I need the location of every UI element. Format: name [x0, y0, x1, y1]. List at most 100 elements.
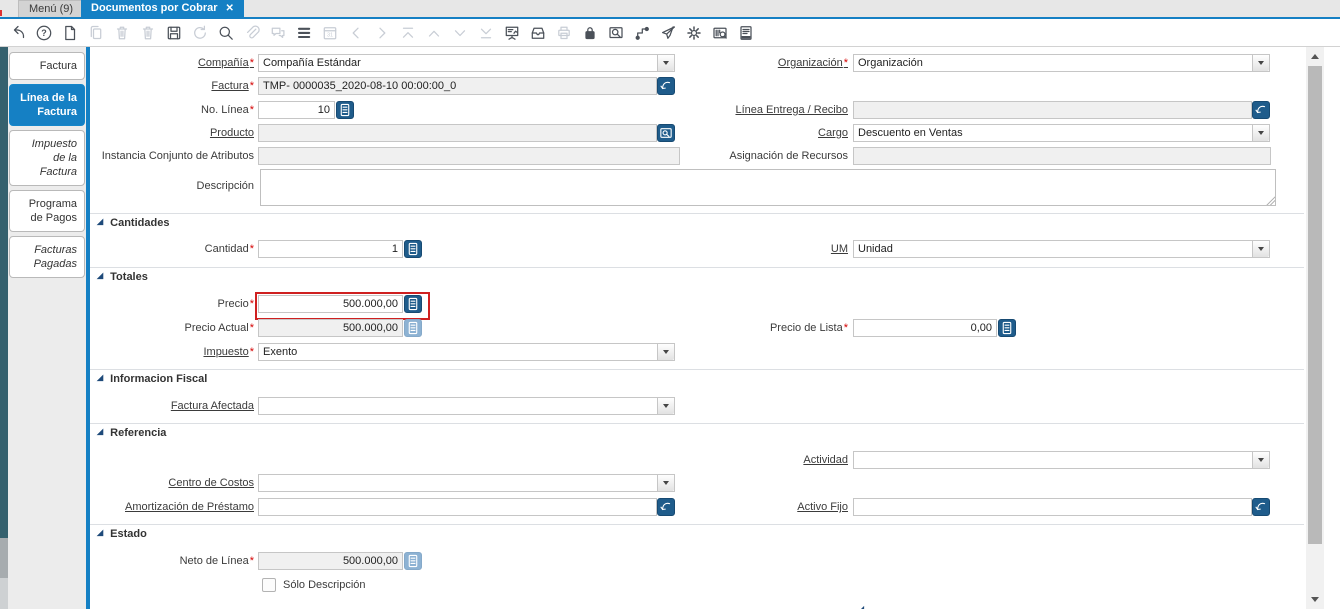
- quantity-input[interactable]: 1: [258, 240, 403, 258]
- section-header-cantidades[interactable]: Cantidades: [97, 217, 169, 229]
- fixed-asset-input[interactable]: [853, 498, 1252, 516]
- report-viewer-icon[interactable]: [499, 21, 525, 45]
- save-icon[interactable]: [161, 21, 187, 45]
- price-list-input[interactable]: 0,00: [853, 319, 997, 337]
- parent-record-icon: [421, 21, 447, 45]
- red-edge-mark: [0, 10, 2, 16]
- fixed-asset-edit-button[interactable]: [1252, 498, 1270, 516]
- line-net-calculator-button: [404, 552, 422, 570]
- resize-grip-icon[interactable]: [1266, 196, 1275, 205]
- close-icon[interactable]: [226, 0, 234, 17]
- svg-text:31: 31: [327, 32, 333, 38]
- partial-collapse-icon: [858, 604, 868, 609]
- help-icon[interactable]: ?: [31, 21, 57, 45]
- copy-record-icon: [83, 21, 109, 45]
- new-record-icon[interactable]: [57, 21, 83, 45]
- report-icon[interactable]: [733, 21, 759, 45]
- grid-toggle-icon[interactable]: [291, 21, 317, 45]
- application-window: Menú (9) Documentos por Cobrar ? 31 Factu…: [0, 0, 1340, 609]
- line-net-field: 500.000,00: [258, 552, 403, 570]
- resource-assignment-field: [853, 147, 1271, 165]
- label-price-actual: Precio Actual*: [184, 322, 254, 334]
- preferences-icon[interactable]: [681, 21, 707, 45]
- side-strip-bottom: [0, 578, 8, 609]
- line-no-input[interactable]: 10: [258, 101, 335, 119]
- workflow-icon[interactable]: [629, 21, 655, 45]
- quantity-calculator-button[interactable]: [404, 240, 422, 258]
- chat-icon: [265, 21, 291, 45]
- loan-amortization-edit-button[interactable]: [657, 498, 675, 516]
- scroll-up-button[interactable]: [1306, 49, 1324, 64]
- loan-amortization-input[interactable]: [258, 498, 657, 516]
- undo-icon[interactable]: [5, 21, 31, 45]
- label-product[interactable]: Producto: [84, 124, 254, 142]
- chevron-down-icon[interactable]: [657, 398, 674, 414]
- section-header-referencia[interactable]: Referencia: [97, 427, 166, 439]
- first-record-icon: [395, 21, 421, 45]
- affected-invoice-select[interactable]: [258, 397, 675, 415]
- label-loan-amortization[interactable]: Amortización de Préstamo: [84, 498, 254, 516]
- price-calculator-button[interactable]: [404, 295, 422, 313]
- label-cost-center[interactable]: Centro de Costos: [84, 474, 254, 492]
- label-activity[interactable]: Actividad: [678, 451, 848, 469]
- chevron-down-icon[interactable]: [657, 475, 674, 491]
- charge-select[interactable]: Descuento en Ventas: [853, 124, 1270, 142]
- chevron-down-icon[interactable]: [657, 55, 674, 71]
- chevron-down-icon[interactable]: [1252, 55, 1269, 71]
- label-affected-invoice[interactable]: Factura Afectada: [84, 397, 254, 415]
- shipment-line-field: [853, 101, 1252, 119]
- label-shipment-line[interactable]: Línea Entrega / Recibo: [678, 101, 848, 119]
- section-divider: [90, 213, 1304, 214]
- label-company[interactable]: Compañía*: [84, 54, 254, 72]
- sidebar-tab-factura[interactable]: Factura: [9, 52, 85, 80]
- section-header-totales[interactable]: Totales: [97, 271, 148, 283]
- line-no-calculator-button[interactable]: [336, 101, 354, 119]
- delete-record-icon: [109, 21, 135, 45]
- tax-select[interactable]: Exento: [258, 343, 675, 361]
- shipment-line-edit-button[interactable]: [1252, 101, 1270, 119]
- scrollbar-thumb[interactable]: [1308, 66, 1322, 544]
- label-organization[interactable]: Organización*: [678, 54, 848, 72]
- product-info-icon[interactable]: [707, 21, 733, 45]
- tab-label: Documentos por Cobrar: [91, 2, 218, 14]
- window-tab-bar: Menú (9) Documentos por Cobrar: [0, 0, 1340, 19]
- label-fixed-asset[interactable]: Activo Fijo: [678, 498, 848, 516]
- cost-center-select[interactable]: [258, 474, 675, 492]
- invoice-edit-button[interactable]: [657, 77, 675, 95]
- find-icon[interactable]: [213, 21, 239, 45]
- detail-record-icon: [447, 21, 473, 45]
- product-search-button[interactable]: [657, 124, 675, 142]
- sidebar-tab-programa-de-pagos[interactable]: Programa de Pagos: [9, 190, 85, 232]
- description-only-checkbox[interactable]: [262, 578, 276, 592]
- price-list-calculator-button[interactable]: [998, 319, 1016, 337]
- section-divider: [90, 267, 1304, 268]
- label-tax[interactable]: Impuesto*: [84, 343, 254, 361]
- sidebar-tab-impuesto-de-la-factura[interactable]: Impuesto de la Factura: [9, 130, 85, 186]
- tab-menu[interactable]: Menú (9): [18, 0, 85, 17]
- sidebar-tab-linea-de-la-factura[interactable]: Línea de la Factura: [9, 84, 85, 126]
- section-header-informacion-fiscal[interactable]: Informacion Fiscal: [97, 373, 207, 385]
- chevron-down-icon[interactable]: [1252, 241, 1269, 257]
- price-input[interactable]: 500.000,00: [258, 295, 403, 313]
- chevron-down-icon[interactable]: [1252, 452, 1269, 468]
- section-header-estado[interactable]: Estado: [97, 528, 147, 540]
- company-select[interactable]: Compañía Estándar: [258, 54, 675, 72]
- price-actual-field: 500.000,00: [258, 319, 403, 337]
- uom-select[interactable]: Unidad: [853, 240, 1270, 258]
- scroll-down-button[interactable]: [1306, 592, 1324, 607]
- chevron-down-icon[interactable]: [657, 344, 674, 360]
- sidebar-tab-facturas-pagadas[interactable]: Facturas Pagadas: [9, 236, 85, 278]
- organization-select[interactable]: Organización: [853, 54, 1270, 72]
- description-textarea[interactable]: [260, 169, 1276, 206]
- tab-documentos-por-cobrar[interactable]: Documentos por Cobrar: [81, 0, 244, 17]
- label-uom[interactable]: UM: [678, 240, 848, 258]
- label-charge[interactable]: Cargo: [678, 124, 848, 142]
- chevron-down-icon[interactable]: [1252, 125, 1269, 141]
- lock-icon[interactable]: [577, 21, 603, 45]
- archive-icon[interactable]: [525, 21, 551, 45]
- label-invoice[interactable]: Factura*: [84, 77, 254, 95]
- activity-select[interactable]: [853, 451, 1270, 469]
- zoom-across-icon[interactable]: [603, 21, 629, 45]
- section-divider: [90, 524, 1304, 525]
- send-icon[interactable]: [655, 21, 681, 45]
